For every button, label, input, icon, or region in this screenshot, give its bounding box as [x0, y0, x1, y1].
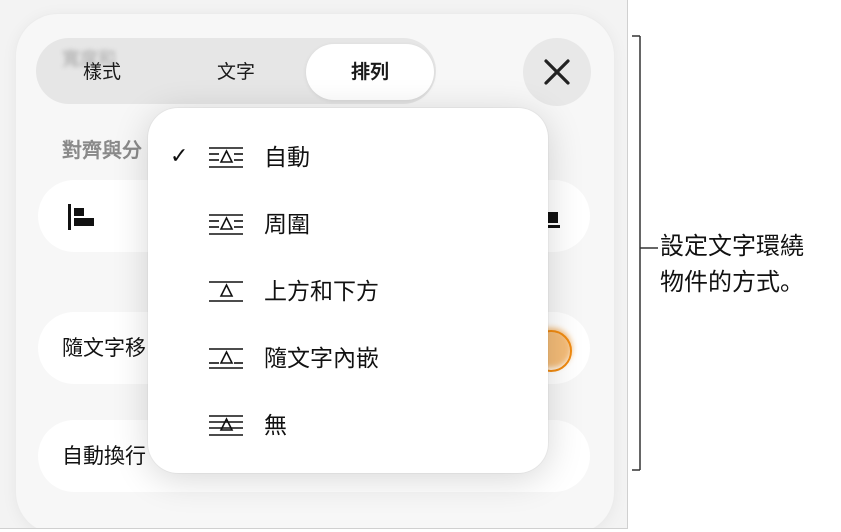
tab-arrange[interactable]: 排列 [306, 44, 434, 100]
menu-item-inline-label: 隨文字內嵌 [264, 346, 379, 372]
close-button[interactable] [523, 38, 591, 106]
close-icon [544, 59, 570, 85]
menu-item-auto-label: 自動 [264, 145, 310, 171]
callout-line-1: 設定文字環繞 [660, 232, 804, 260]
align-left-icon[interactable] [68, 204, 98, 230]
menu-item-none-label: 無 [264, 413, 287, 439]
menu-item-above-below[interactable]: 上方和下方 [148, 266, 548, 318]
menu-item-auto[interactable]: ✓ 自動 [148, 132, 548, 184]
wrap-auto-icon [209, 147, 243, 168]
callout-bracket [632, 35, 658, 471]
wrap-none-icon [209, 415, 243, 436]
menu-item-inline[interactable]: 隨文字內嵌 [148, 333, 548, 385]
menu-item-none[interactable]: 無 [148, 400, 548, 452]
alignment-section-title: 對齊與分 [62, 138, 142, 162]
text-wrap-label: 自動換行 [62, 444, 146, 468]
checkmark-icon: ✓ [170, 144, 189, 169]
screenshot-frame: 寬度和 樣式 文字 排列 對齊與分 隨文字移 自動換行 ✓ 自動 周圍 上方和下… [0, 0, 628, 529]
move-with-text-label: 隨文字移 [62, 336, 146, 360]
text-wrap-menu: ✓ 自動 周圍 上方和下方 隨文字內嵌 無 [148, 108, 548, 473]
menu-item-above-below-label: 上方和下方 [264, 279, 379, 305]
callout-line-2: 物件的方式。 [660, 268, 804, 296]
wrap-around-icon [209, 214, 243, 235]
align-bottom-icon[interactable] [546, 212, 560, 228]
menu-item-around-label: 周圍 [264, 212, 310, 238]
wrap-above-below-icon [209, 281, 243, 302]
menu-item-around[interactable]: 周圍 [148, 199, 548, 251]
wrap-inline-icon [209, 348, 243, 369]
tab-style[interactable]: 樣式 [52, 44, 152, 100]
tab-text[interactable]: 文字 [186, 44, 286, 100]
